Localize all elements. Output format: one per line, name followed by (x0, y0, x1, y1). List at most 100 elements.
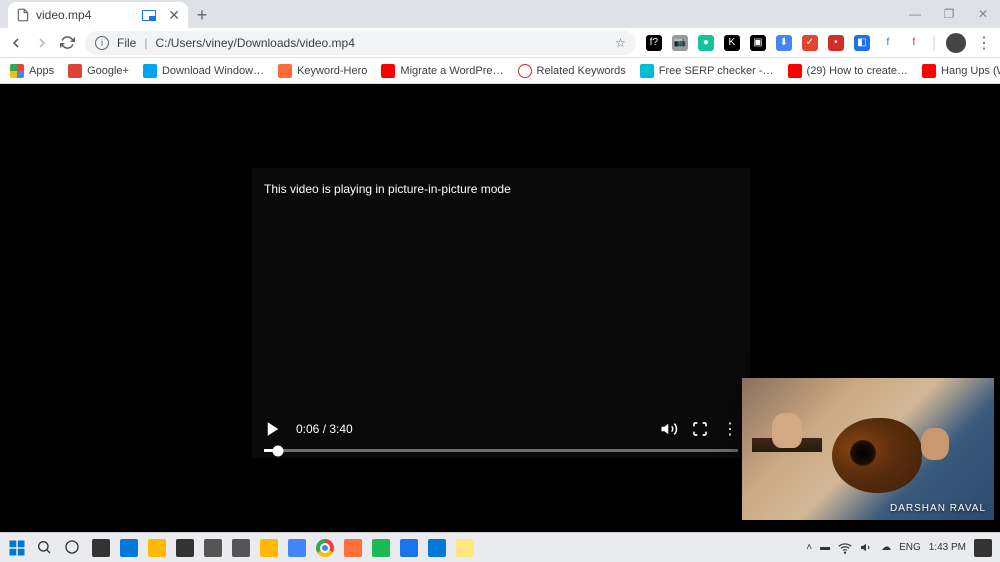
notepad-icon (456, 539, 474, 557)
taskbar-spotify[interactable] (368, 535, 394, 561)
todoist-extension-icon[interactable]: ✓ (802, 35, 818, 51)
forward-button[interactable] (34, 35, 50, 51)
google-plus-favicon (68, 64, 82, 78)
k-circle-extension-icon[interactable]: K (724, 35, 740, 51)
facebook-extension-icon[interactable]: f (880, 35, 896, 51)
store-icon (176, 539, 194, 557)
taskbar-sticky[interactable] (256, 535, 282, 561)
taskbar-search[interactable] (32, 535, 58, 561)
action-center-icon[interactable] (974, 539, 992, 557)
minimize-button[interactable]: — (898, 0, 932, 28)
browser-tab[interactable]: video.mp4 ✕ (8, 2, 188, 28)
volume-button[interactable] (660, 420, 678, 438)
taskbar-ads[interactable] (284, 535, 310, 561)
hang-ups-favicon (922, 64, 936, 78)
taskbar-edge2[interactable] (424, 535, 450, 561)
video-more-button[interactable]: ⋮ (722, 419, 738, 439)
info-icon[interactable]: i (95, 36, 109, 50)
taskbar-start[interactable] (4, 535, 30, 561)
bookmark-label: Download Window… (162, 65, 264, 77)
reload-button[interactable] (60, 35, 75, 50)
pip-window[interactable]: DARSHAN RAVAL (742, 378, 994, 520)
taskbar-notepad[interactable] (452, 535, 478, 561)
f-question-extension-icon[interactable]: f? (646, 35, 662, 51)
video-controls: 0:06 / 3:40 ⋮ (252, 411, 750, 458)
tab-bar: video.mp4 ✕ + — ❐ ✕ (0, 0, 1000, 28)
onedrive-icon[interactable]: ☁ (881, 542, 891, 553)
serp-checker-favicon (640, 64, 654, 78)
wifi-icon[interactable] (838, 541, 852, 555)
firefox-icon (344, 539, 362, 557)
bookmark-migrate-wp[interactable]: Migrate a WordPre… (381, 64, 503, 78)
taskbar-store[interactable] (172, 535, 198, 561)
bookmark-hang-ups[interactable]: Hang Ups (Want Yo… (922, 64, 1000, 78)
edge-icon (120, 539, 138, 557)
taskbar-settings[interactable] (228, 535, 254, 561)
download-extension-icon[interactable]: ⬇ (776, 35, 792, 51)
bookmark-label: Apps (29, 65, 54, 77)
colorzilla-extension-icon[interactable]: ◧ (854, 35, 870, 51)
f-red-extension-icon[interactable]: f (906, 35, 922, 51)
spotify-icon (372, 539, 390, 557)
new-tab-button[interactable]: + (188, 2, 216, 28)
progress-bar[interactable] (264, 449, 738, 452)
taskbar-mail[interactable] (200, 535, 226, 561)
taskbar-firefox[interactable] (340, 535, 366, 561)
taskbar-app-blue[interactable] (396, 535, 422, 561)
fullscreen-button[interactable] (692, 421, 708, 437)
explorer-icon (148, 539, 166, 557)
back-button[interactable] (8, 35, 24, 51)
taskbar-explorer[interactable] (144, 535, 170, 561)
bookmark-label: Hang Ups (Want Yo… (941, 65, 1000, 77)
maximize-button[interactable]: ❐ (932, 0, 966, 28)
camera-extension-icon[interactable]: 📷 (672, 35, 688, 51)
pip-ext-extension-icon[interactable]: ▣ (750, 35, 766, 51)
bookmark-apps[interactable]: Apps (10, 64, 54, 78)
guitar-image (782, 408, 922, 498)
taskbar-edge[interactable] (116, 535, 142, 561)
close-window-button[interactable]: ✕ (966, 0, 1000, 28)
bookmarks-bar: Apps Google+ Download Window… Keyword-Hero M… (0, 58, 1000, 84)
bookmark-keyword-hero[interactable]: Keyword-Hero (278, 64, 367, 78)
taskbar-chrome[interactable] (312, 535, 338, 561)
bookmark-download-windows[interactable]: Download Window… (143, 64, 264, 78)
bookmark-label: Google+ (87, 65, 129, 77)
star-icon[interactable]: ☆ (615, 36, 626, 50)
bookmark-how-to-create[interactable]: (29) How to create… (788, 64, 908, 78)
window-controls: — ❐ ✕ (898, 0, 1000, 28)
edge2-icon (428, 539, 446, 557)
task-view-icon (92, 539, 110, 557)
bookmark-related-keywords[interactable]: Related Keywords (518, 64, 626, 78)
hand-icon (772, 413, 802, 448)
bookmark-google-plus[interactable]: Google+ (68, 64, 129, 78)
app-blue-icon (400, 539, 418, 557)
bookmark-label: Related Keywords (537, 65, 626, 77)
tab-close-button[interactable]: ✕ (168, 7, 180, 24)
play-button[interactable] (264, 420, 282, 438)
download-windows-favicon (143, 64, 157, 78)
progress-thumb[interactable] (273, 445, 284, 456)
clock[interactable]: 1:43 PM (929, 542, 966, 553)
grammarly-extension-icon[interactable]: ● (698, 35, 714, 51)
how-to-create-favicon (788, 64, 802, 78)
battery-icon[interactable]: ▬ (820, 542, 830, 553)
bookmark-serp-checker[interactable]: Free SERP checker -… (640, 64, 774, 78)
mail-icon (204, 539, 222, 557)
related-keywords-favicon (518, 64, 532, 78)
bookmark-label: Migrate a WordPre… (400, 65, 503, 77)
url-scheme: File (117, 36, 136, 50)
pip-caption: DARSHAN RAVAL (890, 503, 986, 514)
tray-chevron-icon[interactable]: ˄ (806, 542, 812, 553)
video-player[interactable]: This video is playing in picture-in-pict… (252, 168, 750, 458)
tab-title: video.mp4 (36, 8, 91, 22)
apps-favicon (10, 64, 24, 78)
chrome-menu-button[interactable]: ⋮ (976, 33, 992, 53)
omnibox[interactable]: i File | C:/Users/viney/Downloads/video.… (85, 31, 636, 55)
volume-icon[interactable] (860, 541, 873, 554)
lastpass-extension-icon[interactable]: • (828, 35, 844, 51)
file-icon (16, 8, 30, 22)
taskbar-task-view[interactable] (88, 535, 114, 561)
language-indicator[interactable]: ENG (899, 542, 921, 553)
taskbar-cortana[interactable] (60, 535, 86, 561)
profile-avatar[interactable] (946, 33, 966, 53)
